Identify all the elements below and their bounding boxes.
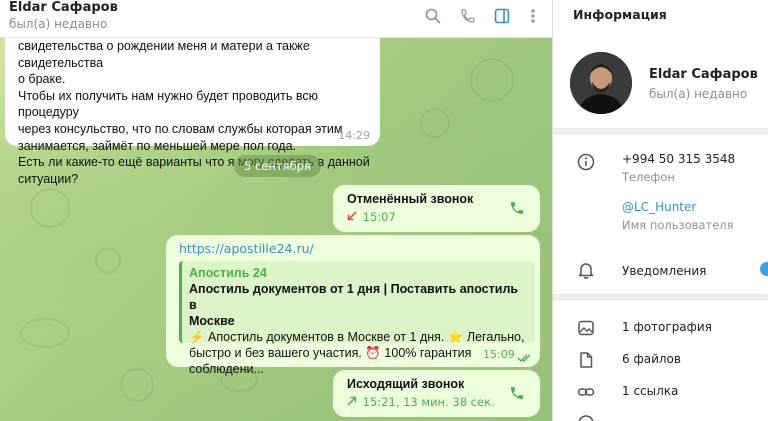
preview-title: Москве (189, 314, 235, 328)
photo-icon (577, 319, 595, 337)
message-link[interactable]: https://apostille24.ru/ (179, 241, 314, 256)
chat-title[interactable]: Eldar Сафаров (9, 0, 118, 15)
avatar[interactable] (570, 52, 632, 114)
search-icon[interactable] (423, 6, 443, 26)
more-icon[interactable] (523, 6, 543, 26)
call-meta: 15:21, 13 мин. 38 сек. (347, 395, 495, 409)
date-separator: 5 сентября (234, 155, 321, 177)
media-links[interactable]: 1 ссылка (622, 384, 678, 398)
username-link[interactable]: @LC_Hunter (622, 200, 696, 214)
phone-number[interactable]: +994 50 315 3548 (622, 152, 735, 166)
call-duration: 15:21, 13 мин. 38 сек. (362, 395, 495, 409)
section-divider (553, 294, 768, 300)
telegram-window: Eldar Сафаров был(а) недавно свидетельст… (0, 0, 768, 421)
media-photos[interactable]: 1 фотография (622, 320, 712, 334)
link-message[interactable]: https://apostille24.ru/ Апостиль 24 Апос… (166, 235, 540, 376)
message-time: 14:29 (338, 129, 370, 142)
profile-name: Eldar Сафаров (649, 67, 758, 82)
chat-header: Eldar Сафаров был(а) недавно (0, 0, 552, 38)
doodle-decoration (120, 368, 154, 402)
bell-icon (577, 261, 595, 279)
doodle-decoration (20, 318, 70, 348)
info-panel: Информация Eldar Сафаров был(а) недавно … (552, 0, 768, 421)
notifications-toggle[interactable] (760, 262, 768, 276)
doodle-decoration (420, 108, 450, 138)
info-icon (577, 153, 595, 171)
call-time: 15:07 (362, 210, 396, 224)
call-title: Отменённый звонок (347, 192, 474, 206)
audio-icon (577, 414, 595, 421)
read-checkmarks-icon (517, 348, 533, 367)
doodle-decoration (30, 188, 70, 228)
incoming-message[interactable]: свидетельства о рождении меня и матери а… (5, 38, 380, 186)
info-panel-title: Информация (573, 7, 667, 22)
call-back-phone-icon[interactable] (506, 382, 528, 404)
message-line: свидетельства о рождении меня и матери а… (18, 39, 310, 70)
preview-description: ⚡ Апостиль документов в Москве от 1 дня.… (189, 330, 525, 344)
chat-background[interactable]: свидетельства о рождении меня и матери а… (0, 38, 552, 421)
file-icon (577, 351, 595, 369)
call-back-phone-icon[interactable] (506, 197, 528, 219)
message-time: 15:09 (483, 348, 515, 361)
link-preview[interactable]: Апостиль 24 Апостиль документов от 1 дня… (179, 261, 535, 376)
missed-call-arrow-icon (347, 210, 359, 224)
message-line: занимается, займёт по меньшей мере пол г… (18, 138, 297, 153)
sidebar-toggle-icon[interactable] (492, 6, 512, 26)
outgoing-call-message[interactable]: Исходящий звонок 15:21, 13 мин. 38 сек. (333, 370, 540, 417)
message-line: о браке. (18, 72, 66, 87)
doodle-decoration (95, 248, 121, 274)
message-line: Чтобы их получить нам нужно будет провод… (18, 88, 318, 120)
link-icon (577, 383, 595, 401)
preview-site-name: Апостиль 24 (189, 266, 267, 280)
section-divider (553, 128, 768, 134)
chat-status: был(а) недавно (9, 17, 108, 31)
profile-status: был(а) недавно (649, 87, 748, 101)
call-meta: 15:07 (347, 210, 396, 224)
notifications-label: Уведомления (622, 264, 707, 278)
phone-icon[interactable] (458, 6, 478, 26)
doodle-decoration (470, 58, 514, 102)
phone-label: Телефон (622, 170, 675, 184)
message-line: через консульство, что по словам службы … (18, 121, 343, 136)
preview-title: Апостиль документов от 1 дня | Поставить… (189, 282, 519, 312)
outgoing-call-arrow-icon (347, 395, 359, 409)
media-files[interactable]: 6 файлов (622, 352, 681, 366)
call-title: Исходящий звонок (347, 377, 465, 391)
missed-call-message[interactable]: Отменённый звонок 15:07 (333, 185, 540, 232)
username-label: Имя пользователя (622, 218, 734, 232)
